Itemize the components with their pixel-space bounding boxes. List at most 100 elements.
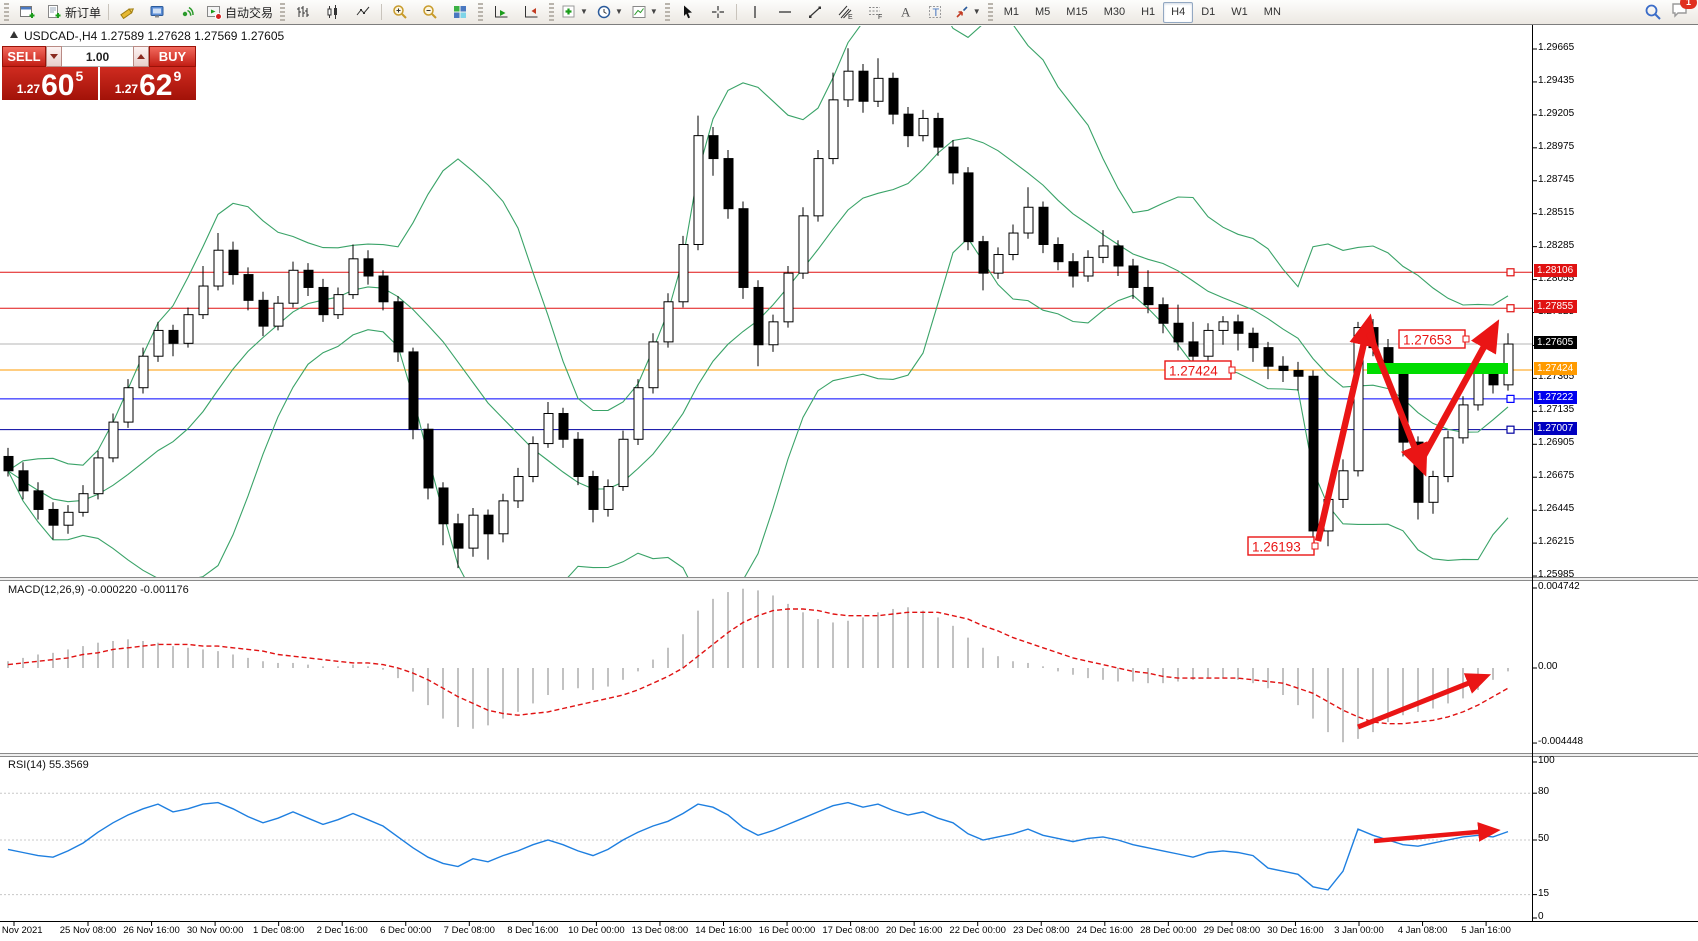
notification-badge: 1: [1680, 0, 1697, 9]
line-chart-icon: [355, 4, 371, 20]
periods-button[interactable]: ▼: [592, 1, 627, 24]
candle: [1459, 405, 1468, 438]
candle: [1279, 366, 1288, 370]
label-button[interactable]: T: [920, 1, 950, 24]
candle: [229, 250, 238, 274]
volume-decrease-button[interactable]: [46, 46, 62, 67]
zoom-in-button[interactable]: [385, 1, 415, 24]
pane-separator[interactable]: [0, 577, 1698, 581]
search-icon[interactable]: [1644, 3, 1662, 21]
aut otrade-button[interactable]: 自动交易: [202, 1, 277, 24]
signal-button[interactable]: [172, 1, 202, 24]
candle: [739, 209, 748, 288]
tf-M5[interactable]: M5: [1027, 2, 1058, 23]
channel-button[interactable]: E: [830, 1, 860, 24]
time-label: 28 Dec 00:00: [1140, 925, 1197, 936]
horizontal-line-button[interactable]: [770, 1, 800, 24]
candle: [649, 342, 658, 388]
candle: [769, 322, 778, 345]
zoom-out-button[interactable]: [415, 1, 445, 24]
price-tick: 1.27135: [1538, 404, 1574, 415]
buy-button[interactable]: BUY: [149, 46, 196, 67]
new-order-button[interactable]: 新订单: [42, 1, 105, 24]
candle: [544, 413, 553, 443]
rsi-tick: 0: [1538, 911, 1544, 922]
price-tick: 1.26445: [1538, 503, 1574, 514]
tf-M1[interactable]: M1: [996, 2, 1027, 23]
candle: [34, 491, 43, 510]
auto-scroll-button[interactable]: [486, 1, 516, 24]
tf-H1[interactable]: H1: [1133, 2, 1163, 23]
fibonacci-button[interactable]: F: [860, 1, 890, 24]
tf-W1[interactable]: W1: [1223, 2, 1256, 23]
zoom-in-icon: [392, 4, 408, 20]
candle: [574, 439, 583, 476]
volume-increase-button[interactable]: [133, 46, 149, 67]
notification-button[interactable]: 1: [1670, 1, 1690, 24]
text-icon: A: [897, 4, 913, 20]
indicators-button[interactable]: ▼: [557, 1, 592, 24]
tile-windows-button[interactable]: [445, 1, 475, 24]
candle: [1129, 266, 1138, 287]
toolbar-grip[interactable]: [478, 3, 483, 21]
vertical-line-button[interactable]: [740, 1, 770, 24]
candle: [94, 458, 103, 494]
rsi-tick: 15: [1538, 888, 1549, 899]
crosshair-button[interactable]: [703, 1, 733, 24]
candle: [709, 136, 718, 159]
tf-H4[interactable]: H4: [1163, 2, 1193, 23]
bar-chart-button[interactable]: [288, 1, 318, 24]
new-chart-button[interactable]: [12, 1, 42, 24]
line-handle[interactable]: [1507, 269, 1514, 276]
candle: [244, 275, 253, 301]
crayon-button[interactable]: [112, 1, 142, 24]
line-handle[interactable]: [1507, 305, 1514, 312]
time-label: 2 Dec 16:00: [317, 925, 368, 936]
candle: [1114, 246, 1123, 266]
template-button[interactable]: ▼: [627, 1, 662, 24]
tf-MN[interactable]: MN: [1256, 2, 1289, 23]
toolbar-grip[interactable]: [4, 3, 9, 21]
macd-tick: 0.00: [1538, 661, 1557, 672]
chart-shift-icon: [523, 4, 539, 20]
cursor-button[interactable]: [673, 1, 703, 24]
trendline-button[interactable]: [800, 1, 830, 24]
market-button[interactable]: [142, 1, 172, 24]
candlestick-button[interactable]: [318, 1, 348, 24]
toolbar-grip[interactable]: [280, 3, 285, 21]
candle: [364, 259, 373, 276]
toolbar-grip[interactable]: [549, 3, 554, 21]
candle: [1024, 207, 1033, 233]
candle: [409, 352, 418, 429]
text-button[interactable]: A: [890, 1, 920, 24]
line-handle[interactable]: [1507, 395, 1514, 402]
volume-input[interactable]: [62, 46, 133, 67]
candle: [1054, 244, 1063, 261]
chart-canvas[interactable]: 1.274241.276531.26193: [0, 0, 1698, 941]
sell-button[interactable]: SELL: [2, 46, 46, 67]
price-level-badge: 1.27007: [1534, 422, 1577, 435]
time-label: 30 Nov 00:00: [187, 925, 244, 936]
time-label: 20 Dec 16:00: [886, 925, 943, 936]
sell-price[interactable]: 1.27605: [2, 67, 98, 100]
price-axis[interactable]: 1.296651.294351.292051.289751.287451.285…: [1534, 0, 1698, 941]
tf-M30[interactable]: M30: [1096, 2, 1133, 23]
line-handle[interactable]: [1507, 426, 1514, 433]
divider: [736, 4, 737, 20]
time-label: 24 Dec 16:00: [1077, 925, 1134, 936]
buy-price[interactable]: 1.27629: [100, 67, 196, 100]
line-chart-button[interactable]: [348, 1, 378, 24]
arrows-button[interactable]: ▼: [950, 1, 985, 24]
candle: [814, 159, 823, 216]
price-level-badge: 1.27424: [1534, 362, 1577, 375]
toolbar-grip[interactable]: [665, 3, 670, 21]
time-label: 8 Dec 16:00: [507, 925, 558, 936]
pane-separator[interactable]: [0, 753, 1698, 757]
toolbar-grip[interactable]: [988, 3, 993, 21]
chart-shift-button[interactable]: [516, 1, 546, 24]
candle: [784, 273, 793, 322]
time-axis[interactable]: 8 Nov 202125 Nov 08:0026 Nov 16:0030 Nov…: [0, 925, 1532, 941]
tf-D1[interactable]: D1: [1193, 2, 1223, 23]
trend-arrow[interactable]: [1369, 333, 1420, 461]
tf-M15[interactable]: M15: [1058, 2, 1095, 23]
